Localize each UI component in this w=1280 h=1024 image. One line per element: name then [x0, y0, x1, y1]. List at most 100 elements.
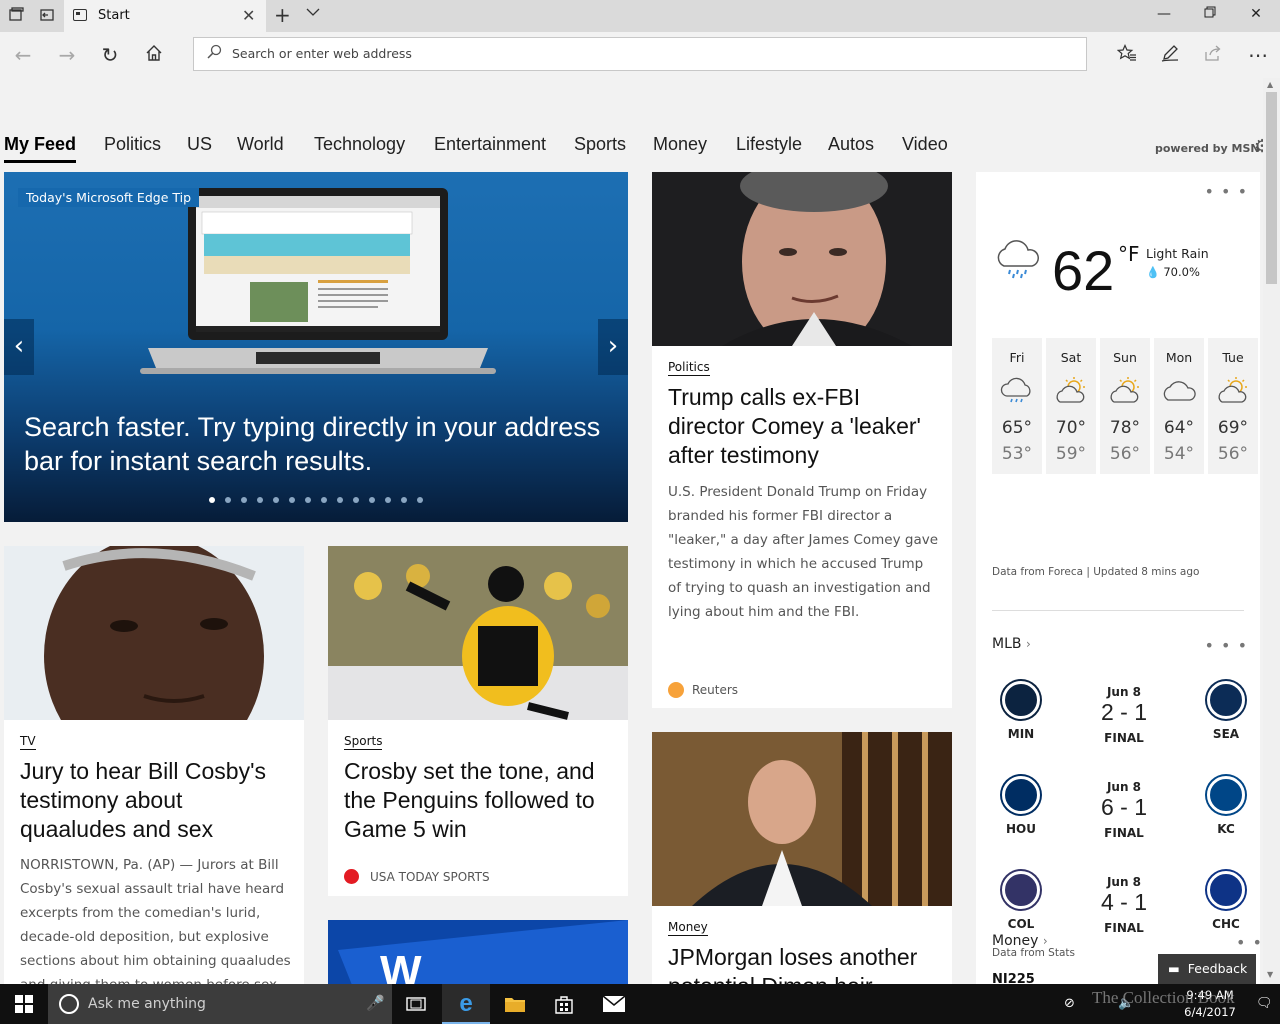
- money-label: Money: [992, 933, 1039, 949]
- forecast-day-mon[interactable]: Mon 64° 54°: [1154, 338, 1204, 474]
- carousel-dot[interactable]: [385, 497, 391, 503]
- article-headline[interactable]: Crosby set the tone, and the Penguins fo…: [344, 757, 614, 844]
- carousel-dot[interactable]: [417, 497, 423, 503]
- home-icon[interactable]: [141, 42, 167, 68]
- mlb-game-row[interactable]: MIN SEA Jun 82 - 1 FINAL: [976, 677, 1260, 767]
- refresh-icon[interactable]: ↻: [97, 42, 123, 68]
- carousel-dot[interactable]: [257, 497, 263, 503]
- category-link[interactable]: TV: [20, 734, 36, 750]
- carousel-prev-chevron-icon[interactable]: ‹: [4, 319, 34, 375]
- network-icon[interactable]: ⊘: [1064, 996, 1075, 1011]
- mail-icon[interactable]: [590, 984, 638, 1024]
- carousel-dot[interactable]: [353, 497, 359, 503]
- restore-icon[interactable]: [1200, 6, 1220, 22]
- close-window-icon[interactable]: ✕: [1246, 6, 1266, 22]
- carousel-dot[interactable]: [321, 497, 327, 503]
- forecast-day-fri[interactable]: Fri 65° 53°: [992, 338, 1042, 474]
- edge-browser-icon[interactable]: e: [442, 984, 490, 1024]
- feedback-button[interactable]: ▬ Feedback: [1158, 954, 1256, 984]
- minimize-icon[interactable]: —: [1154, 6, 1174, 22]
- powered-by-msn[interactable]: powered by MSN: [1155, 142, 1260, 155]
- category-link[interactable]: Politics: [668, 360, 710, 376]
- address-bar[interactable]: [193, 37, 1087, 71]
- comey-photo: [652, 172, 952, 346]
- category-link[interactable]: Money: [668, 920, 708, 936]
- feed-tab-technology[interactable]: Technology: [314, 134, 405, 155]
- share-icon[interactable]: [1200, 42, 1226, 68]
- carousel-dot[interactable]: [337, 497, 343, 503]
- forecast-day-sun[interactable]: Sun 78° 56°: [1100, 338, 1150, 474]
- article-card-comey[interactable]: Politics Trump calls ex-FBI director Com…: [652, 172, 952, 708]
- tip-carousel[interactable]: Today's Microsoft Edge Tip ‹ › Search fa…: [4, 172, 628, 522]
- scroll-down-icon[interactable]: ▼: [1267, 970, 1273, 979]
- carousel-next-chevron-icon[interactable]: ›: [598, 319, 628, 375]
- feed-tab-money[interactable]: Money: [653, 134, 707, 155]
- carousel-dot[interactable]: [369, 497, 375, 503]
- partly-sunny-icon: [1108, 376, 1142, 406]
- feed-tab-lifestyle[interactable]: Lifestyle: [736, 134, 802, 155]
- temperature-unit-toggle[interactable]: °F: [1118, 242, 1140, 266]
- weather-more-icon[interactable]: • • •: [1205, 182, 1248, 201]
- new-tab-icon[interactable]: +: [274, 3, 291, 27]
- back-arrow-icon[interactable]: ←: [10, 42, 36, 68]
- carousel-dot[interactable]: [305, 497, 311, 503]
- game-status: FINAL: [1104, 921, 1144, 935]
- scroll-thumb[interactable]: [1266, 92, 1277, 284]
- carousel-dot[interactable]: [209, 497, 215, 503]
- microphone-icon[interactable]: 🎤: [366, 994, 385, 1012]
- file-explorer-icon[interactable]: [491, 984, 539, 1024]
- mlb-game-row[interactable]: HOU KC Jun 86 - 1 FINAL: [976, 772, 1260, 862]
- forward-arrow-icon[interactable]: →: [54, 42, 80, 68]
- feed-tab-video[interactable]: Video: [902, 134, 948, 155]
- cortana-search-box[interactable]: Ask me anything 🎤: [48, 984, 392, 1024]
- set-aside-tabs-icon[interactable]: [38, 7, 56, 25]
- forecast-day-name: Sat: [1060, 350, 1082, 365]
- article-headline[interactable]: JPMorgan loses another potential Dimon h…: [668, 943, 938, 984]
- task-view-icon[interactable]: [392, 984, 440, 1024]
- carousel-dot[interactable]: [289, 497, 295, 503]
- favorites-hub-icon[interactable]: [1114, 42, 1140, 68]
- feed-tab-autos[interactable]: Autos: [828, 134, 874, 155]
- carousel-dot[interactable]: [401, 497, 407, 503]
- feed-tab-sports[interactable]: Sports: [574, 134, 626, 155]
- weather-source-note[interactable]: Data from Foreca | Updated 8 mins ago: [992, 566, 1199, 578]
- carousel-dot[interactable]: [225, 497, 231, 503]
- more-settings-icon[interactable]: ⋯: [1245, 42, 1271, 68]
- windows-start-icon[interactable]: [0, 984, 48, 1024]
- scroll-up-icon[interactable]: ▲: [1267, 80, 1273, 89]
- tab-start[interactable]: Start ✕: [64, 0, 266, 32]
- mlb-section-title[interactable]: MLB ›: [992, 636, 1031, 652]
- article-headline[interactable]: Jury to hear Bill Cosby's testimony abou…: [20, 757, 290, 844]
- feed-tab-world[interactable]: World: [237, 134, 284, 155]
- article-card-jpmorgan[interactable]: Money JPMorgan loses another potential D…: [652, 732, 952, 984]
- forecast-day-sat[interactable]: Sat 70° 59°: [1046, 338, 1096, 474]
- forecast-day-tue[interactable]: Tue 69° 56°: [1208, 338, 1258, 474]
- close-tab-icon[interactable]: ✕: [242, 6, 255, 25]
- game-status: FINAL: [1104, 731, 1144, 745]
- feed-tab-us[interactable]: US: [187, 134, 212, 155]
- feed-tab-entertainment[interactable]: Entertainment: [434, 134, 546, 155]
- money-section-title[interactable]: Money ›: [992, 933, 1048, 949]
- tab-manager-icon[interactable]: [7, 7, 25, 25]
- carousel-dot[interactable]: [273, 497, 279, 503]
- money-ticker[interactable]: NI225: [992, 972, 1035, 984]
- article-card-partial[interactable]: W: [328, 920, 628, 984]
- feed-tab-politics[interactable]: Politics: [104, 134, 161, 155]
- address-input[interactable]: [232, 46, 1052, 61]
- tab-preview-chevron-icon[interactable]: [306, 6, 320, 20]
- page-scrollbar[interactable]: ▲ ▼: [1263, 78, 1280, 984]
- web-note-pen-icon[interactable]: [1157, 42, 1183, 68]
- article-headline[interactable]: Trump calls ex-FBI director Comey a 'lea…: [668, 383, 938, 470]
- tip-text[interactable]: Search faster. Try typing directly in yo…: [24, 410, 614, 478]
- rain-cloud-icon: [997, 240, 1039, 279]
- current-temperature: 62: [1052, 239, 1115, 302]
- feed-tab-my-feed[interactable]: My Feed: [4, 134, 76, 155]
- category-link[interactable]: Sports: [344, 734, 383, 750]
- article-card-crosby[interactable]: Sports Crosby set the tone, and the Peng…: [328, 546, 628, 896]
- mlb-more-icon[interactable]: • • •: [1205, 636, 1248, 655]
- action-center-icon[interactable]: 🗨: [1256, 996, 1273, 1011]
- kc-team-logo-icon: [1207, 776, 1245, 814]
- article-card-cosby[interactable]: TV Jury to hear Bill Cosby's testimony a…: [4, 546, 304, 984]
- carousel-dot[interactable]: [241, 497, 247, 503]
- store-icon[interactable]: [540, 984, 588, 1024]
